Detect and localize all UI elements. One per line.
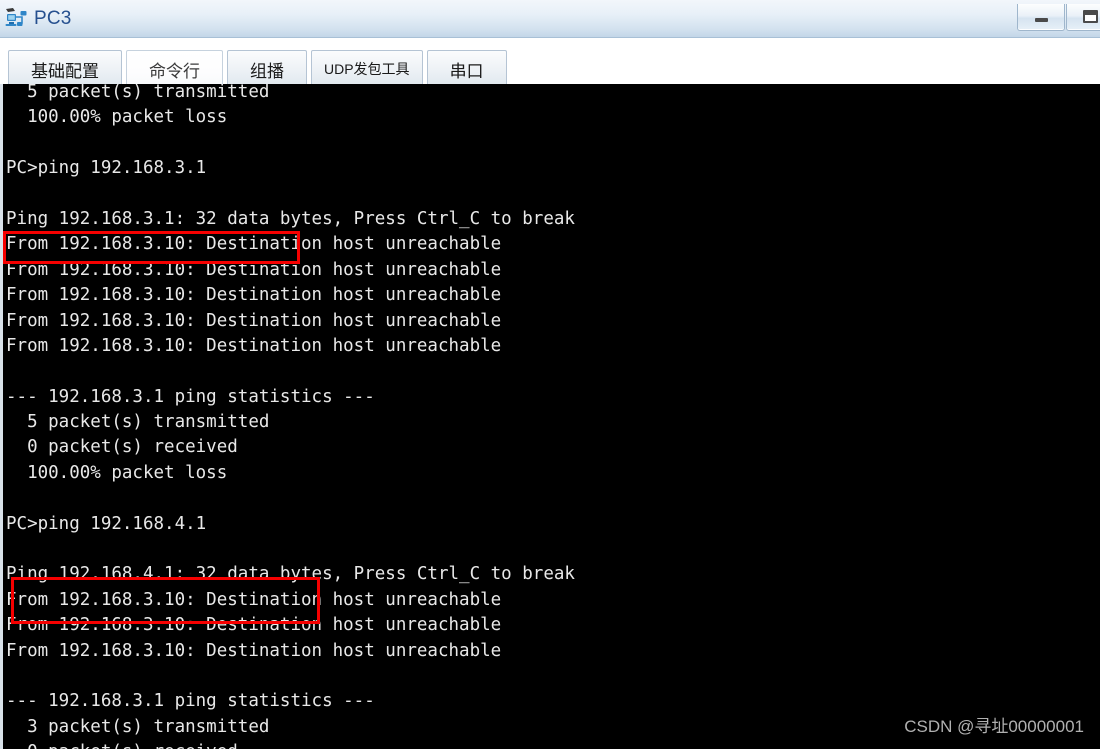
- window-controls: [1016, 1, 1100, 33]
- terminal-line: Ping 192.168.3.1: 32 data bytes, Press C…: [6, 208, 575, 229]
- tab-serial-port[interactable]: 串口: [426, 50, 507, 87]
- terminal-line: From 192.168.3.10: Destination host unre…: [6, 234, 502, 255]
- minimize-button[interactable]: [1017, 3, 1065, 31]
- terminal-line: 100.00% packet loss: [6, 462, 228, 483]
- window-titlebar: PC3: [0, 0, 1100, 38]
- pc-network-icon: [4, 7, 28, 31]
- tab-udp-tool[interactable]: UDP发包工具: [311, 50, 423, 87]
- terminal-line: --- 192.168.3.1 ping statistics ---: [6, 691, 375, 712]
- terminal-line: From 192.168.3.10: Destination host unre…: [6, 640, 502, 661]
- tab-label: 基础配置: [31, 61, 99, 81]
- terminal-output[interactable]: 5 packet(s) transmitted 100.00% packet l…: [0, 84, 1100, 749]
- terminal-text: 5 packet(s) transmitted 100.00% packet l…: [3, 84, 1100, 749]
- terminal-line: 5 packet(s) transmitted: [6, 84, 270, 102]
- terminal-line: From 192.168.3.10: Destination host unre…: [6, 259, 502, 280]
- tab-label: 串口: [449, 61, 484, 81]
- tab-label: UDP发包工具: [324, 61, 410, 77]
- terminal-line: 0 packet(s) received: [6, 437, 238, 458]
- tab-basic-config[interactable]: 基础配置: [8, 50, 122, 87]
- tab-label: 命令行: [149, 61, 200, 81]
- terminal-line: 0 packet(s) received: [6, 740, 1100, 749]
- terminal-line: From 192.168.3.10: Destination host unre…: [6, 285, 502, 306]
- terminal-line: From 192.168.3.10: Destination host unre…: [6, 335, 502, 356]
- tab-multicast[interactable]: 组播: [227, 50, 307, 87]
- terminal-line: 5 packet(s) transmitted: [6, 412, 270, 433]
- watermark-label: CSDN @寻址00000001: [904, 717, 1084, 736]
- terminal-line: PC>ping 192.168.4.1: [6, 513, 207, 534]
- terminal-line: From 192.168.3.10: Destination host unre…: [6, 615, 502, 636]
- minimize-icon: [1034, 18, 1048, 22]
- maximize-button[interactable]: [1066, 3, 1100, 31]
- terminal-line: Ping 192.168.4.1: 32 data bytes, Press C…: [6, 564, 575, 585]
- terminal-line: PC>ping 192.168.3.1: [6, 158, 207, 179]
- tab-label: 组播: [250, 61, 284, 81]
- terminal-line: From 192.168.3.10: Destination host unre…: [6, 310, 502, 331]
- tab-bar: 基础配置 命令行 组播 UDP发包工具 串口: [0, 39, 1100, 87]
- pc3-command-line-window: PC3 基础配置 命令行 组播 UDP发包工具 串口 5 packet(s) t…: [0, 0, 1100, 749]
- window-title: PC3: [34, 7, 72, 29]
- terminal-line: From 192.168.3.10: Destination host unre…: [6, 589, 502, 610]
- maximize-icon: [1082, 10, 1098, 23]
- terminal-line: 100.00% packet loss: [6, 107, 228, 128]
- tab-command-line[interactable]: 命令行: [126, 50, 223, 87]
- terminal-line: --- 192.168.3.1 ping statistics ---: [6, 386, 375, 407]
